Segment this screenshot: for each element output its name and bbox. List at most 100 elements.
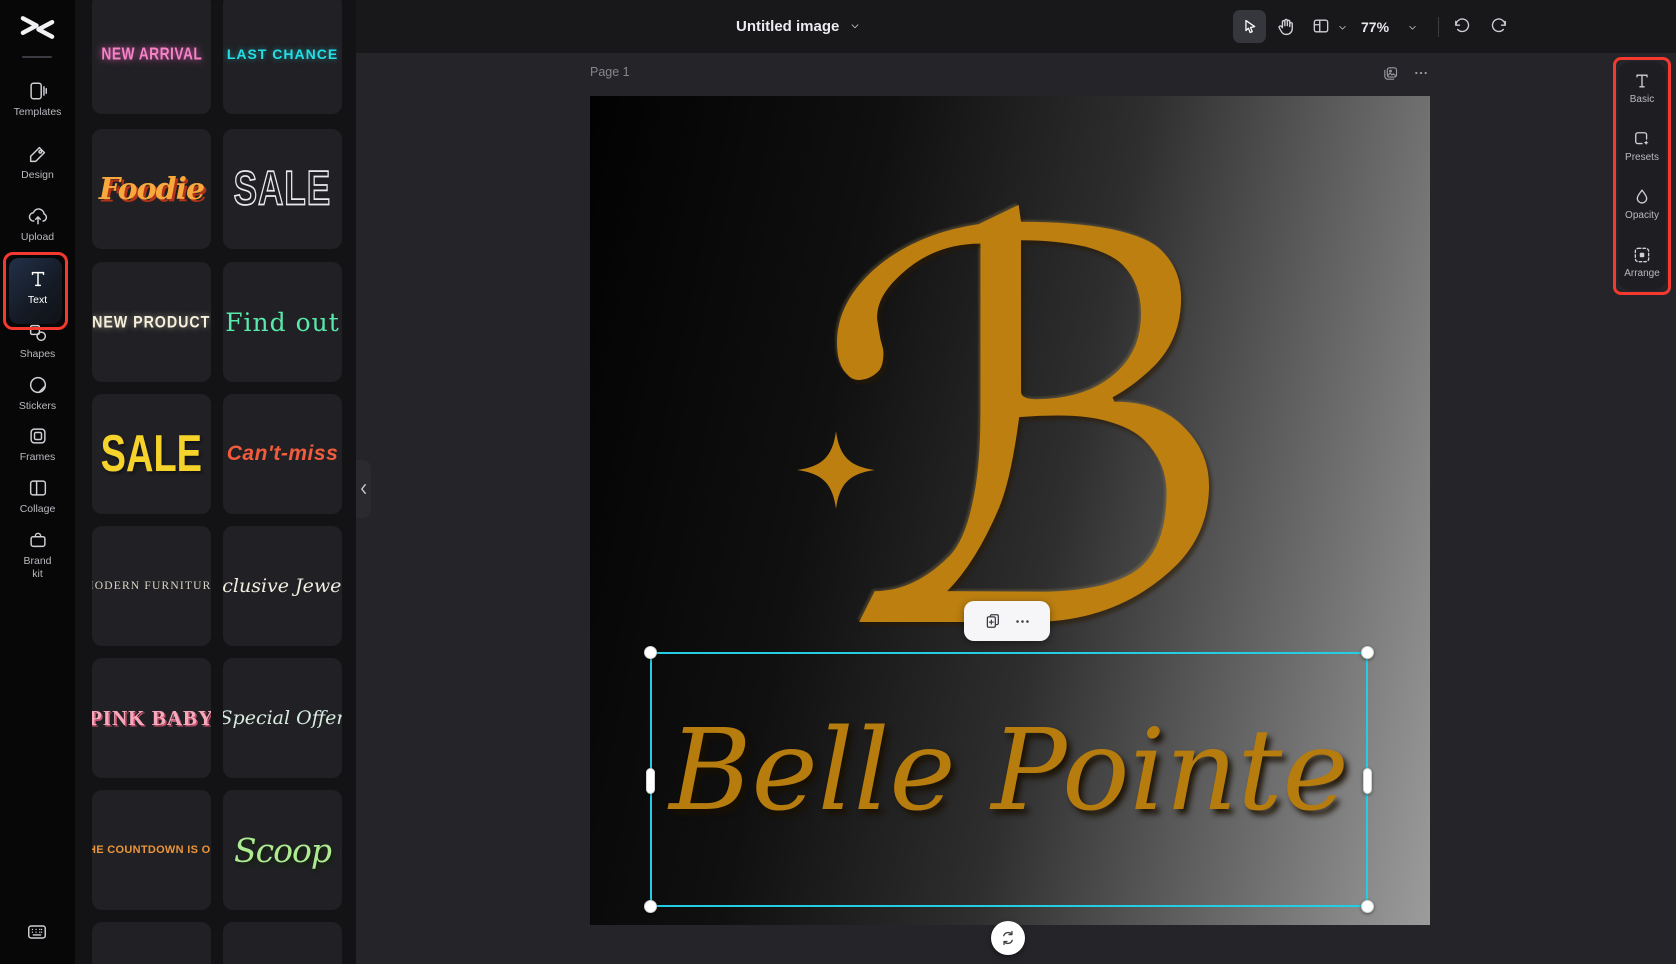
template-text: PINK BABY bbox=[92, 706, 211, 731]
sidebar-label: Stickers bbox=[9, 400, 67, 413]
selection-handle-top-right[interactable] bbox=[1361, 646, 1374, 659]
selection-handle-middle-left[interactable] bbox=[646, 768, 655, 794]
sidebar-item-upload[interactable]: Upload bbox=[0, 205, 75, 244]
sidebar-label: Shapes bbox=[9, 348, 67, 361]
template-text: THE COUNTDOWN IS ON. bbox=[92, 844, 211, 856]
sidebar-item-frames[interactable]: Frames bbox=[0, 425, 75, 464]
rail-divider bbox=[22, 56, 52, 58]
duplicate-page-button[interactable] bbox=[1379, 62, 1401, 84]
presets-icon bbox=[1632, 129, 1652, 149]
duplicate-element-button[interactable] bbox=[984, 612, 1002, 630]
design-icon bbox=[27, 143, 49, 165]
templates-icon bbox=[27, 80, 49, 102]
panel-item-opacity[interactable]: Opacity bbox=[1618, 187, 1666, 223]
capcut-logo[interactable] bbox=[20, 14, 55, 41]
text-template-tile[interactable]: LAST CHANCE bbox=[223, 0, 342, 114]
template-text: Can't-miss bbox=[227, 442, 339, 466]
panel-item-basic[interactable]: Basic bbox=[1618, 71, 1666, 107]
text-template-tile[interactable]: MODERN FURNITURE bbox=[92, 526, 211, 646]
selection-handle-bottom-right[interactable] bbox=[1361, 900, 1374, 913]
sidebar-item-design[interactable]: Design bbox=[0, 143, 75, 182]
panel-item-presets[interactable]: Presets bbox=[1618, 129, 1666, 165]
layout-tool-button[interactable] bbox=[1308, 13, 1334, 39]
layout-chevron-button[interactable] bbox=[1334, 19, 1350, 35]
selection-handle-middle-right[interactable] bbox=[1363, 768, 1372, 794]
redo-icon bbox=[1489, 16, 1509, 36]
capcut-editor: Templates Design Upload Text Sh bbox=[0, 0, 1676, 964]
element-more-options-button[interactable] bbox=[1014, 613, 1031, 630]
text-template-tile[interactable]: SALE bbox=[223, 129, 342, 249]
text-icon bbox=[27, 268, 49, 290]
sidebar-item-text[interactable]: Text bbox=[0, 268, 75, 307]
collage-icon bbox=[27, 477, 49, 499]
rotate-handle[interactable] bbox=[991, 921, 1025, 955]
template-text: LAST CHANCE bbox=[227, 46, 338, 62]
brand-kit-icon bbox=[27, 529, 49, 551]
keyboard-shortcuts-button[interactable] bbox=[26, 922, 48, 942]
upload-icon bbox=[27, 205, 49, 227]
rotate-icon bbox=[999, 929, 1017, 947]
sidebar-label: Templates bbox=[9, 106, 67, 119]
sidebar-label: Frames bbox=[9, 451, 67, 464]
text-template-tile[interactable] bbox=[223, 922, 342, 964]
stickers-icon bbox=[27, 374, 49, 396]
template-text: SALE bbox=[101, 425, 202, 484]
shapes-icon bbox=[27, 322, 49, 344]
panel-item-arrange[interactable]: Arrange bbox=[1618, 245, 1666, 281]
text-template-tile[interactable] bbox=[92, 922, 211, 964]
basic-text-icon bbox=[1632, 71, 1652, 91]
zoom-level[interactable]: 77% bbox=[1361, 19, 1389, 35]
text-template-tile[interactable]: Find out bbox=[223, 262, 342, 382]
undo-button[interactable] bbox=[1449, 13, 1475, 39]
text-properties-rail: Basic Presets Opacity Arrange bbox=[1618, 62, 1666, 290]
text-template-tile[interactable]: Scoop bbox=[223, 790, 342, 910]
panel-item-label: Presets bbox=[1618, 152, 1666, 165]
sidebar-item-brand-kit[interactable]: Brand kit bbox=[0, 529, 75, 581]
text-template-tile[interactable]: Can't-miss bbox=[223, 394, 342, 514]
text-template-tile[interactable]: NEW ARRIVAL bbox=[92, 0, 211, 114]
sidebar-label: Design bbox=[9, 169, 67, 182]
ellipsis-icon bbox=[1413, 65, 1429, 81]
template-text: SALE bbox=[234, 162, 332, 217]
template-text: NEW ARRIVAL bbox=[101, 44, 202, 64]
top-toolbar: Untitled image 77% bbox=[356, 0, 1676, 53]
keyboard-icon bbox=[26, 922, 48, 942]
document-title: Untitled image bbox=[736, 18, 839, 35]
selection-handle-bottom-left[interactable] bbox=[644, 900, 657, 913]
template-text: Scoop bbox=[234, 831, 331, 870]
sidebar-label: Collage bbox=[9, 503, 67, 516]
left-sidebar: Templates Design Upload Text Sh bbox=[0, 0, 75, 964]
sidebar-item-shapes[interactable]: Shapes bbox=[0, 322, 75, 361]
text-template-tile[interactable]: NEW PRODUCT bbox=[92, 262, 211, 382]
chevron-down-icon bbox=[1337, 22, 1348, 33]
page-label: Page 1 bbox=[590, 65, 630, 79]
panel-collapse-tab[interactable] bbox=[356, 460, 371, 518]
hand-tool-button[interactable] bbox=[1272, 13, 1298, 39]
text-templates-panel: NEW ARRIVAL LAST CHANCE Foodie SALE NEW … bbox=[75, 0, 356, 964]
template-text: MODERN FURNITURE bbox=[92, 580, 211, 592]
chevron-down-icon bbox=[1407, 22, 1418, 33]
sidebar-item-stickers[interactable]: Stickers bbox=[0, 374, 75, 413]
arrange-icon bbox=[1632, 245, 1652, 265]
selection-floating-toolbar bbox=[964, 601, 1050, 641]
text-template-tile[interactable]: PINK BABY bbox=[92, 658, 211, 778]
panel-item-label: Basic bbox=[1618, 94, 1666, 107]
design-canvas[interactable]: ℬ Belle Pointe bbox=[590, 96, 1430, 925]
zoom-chevron-button[interactable] bbox=[1404, 19, 1420, 35]
template-text: Exclusive Jewelry bbox=[223, 575, 342, 597]
sidebar-label: Upload bbox=[9, 231, 67, 244]
sidebar-item-collage[interactable]: Collage bbox=[0, 477, 75, 516]
document-title-menu[interactable]: Untitled image bbox=[736, 13, 861, 39]
text-template-tile[interactable]: Exclusive Jewelry bbox=[223, 526, 342, 646]
text-template-tile[interactable]: SALE bbox=[92, 394, 211, 514]
text-template-tile[interactable]: Special Offer bbox=[223, 658, 342, 778]
text-template-tile[interactable]: Foodie bbox=[92, 129, 211, 249]
template-text: Foodie bbox=[99, 172, 204, 207]
image-copy-icon bbox=[1382, 65, 1399, 82]
select-tool-button[interactable] bbox=[1233, 10, 1266, 43]
redo-button[interactable] bbox=[1486, 13, 1512, 39]
sidebar-item-templates[interactable]: Templates bbox=[0, 80, 75, 119]
page-more-options-button[interactable] bbox=[1410, 62, 1432, 84]
text-template-tile[interactable]: THE COUNTDOWN IS ON. bbox=[92, 790, 211, 910]
selection-handle-top-left[interactable] bbox=[644, 646, 657, 659]
